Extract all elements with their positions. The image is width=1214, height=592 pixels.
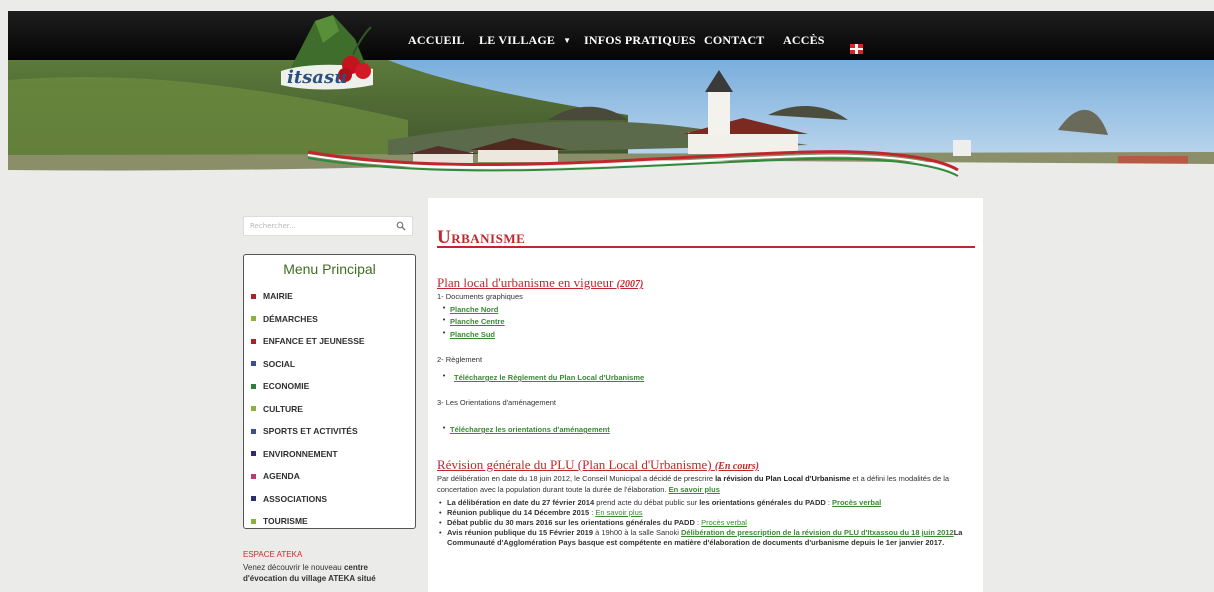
ateka-text-a: Venez découvrir le nouveau <box>243 563 344 572</box>
nav-infos-pratiques[interactable]: INFOS PRATIQUES <box>584 33 696 48</box>
plu-section-title: Plan local d'urbanisme en vigueur (2007) <box>437 275 643 291</box>
menu-item[interactable]: AGENDA <box>251 469 300 483</box>
menu-item-label: SPORTS ET ACTIVITÉS <box>263 426 358 436</box>
square-bullet-icon <box>251 338 256 344</box>
menu-item[interactable]: SPORTS ET ACTIVITÉS <box>251 424 358 438</box>
b3-text: Débat public du 30 mars 2016 sur les ori… <box>447 518 695 527</box>
planche-sud-link[interactable]: Planche Sud <box>450 330 495 339</box>
revision-section-title: Révision générale du PLU (Plan Local d'U… <box>437 457 759 473</box>
nav-le-village-label: LE VILLAGE <box>479 33 556 47</box>
b1-text: prend acte du débat public sur <box>594 498 700 507</box>
menu-item[interactable]: ENVIRONNEMENT <box>251 447 338 461</box>
menu-item[interactable]: ASSOCIATIONS <box>251 492 327 506</box>
b4-deliberation-link[interactable]: Délibération de prescription de la révis… <box>681 528 954 537</box>
b1-padd: les orientations générales du PADD <box>699 498 826 507</box>
b4-text: à 19h00 à la salle Sanoki <box>593 528 681 537</box>
intro-text-b: la révision du Plan Local d'Urbanisme <box>715 474 851 483</box>
square-bullet-icon <box>251 473 256 479</box>
bullet-icon: • <box>442 424 447 432</box>
menu-item-label: MAIRIE <box>263 291 293 301</box>
ateka-text: Venez découvrir le nouveau centre d'évoca… <box>243 562 416 584</box>
b4-date: Avis réunion publique du 15 Février 2019 <box>447 528 594 537</box>
menu-item[interactable]: MAIRIE <box>251 289 293 303</box>
ateka-promo[interactable]: ESPACE ATEKA Venez découvrir le nouveau … <box>243 550 416 584</box>
menu-item[interactable]: DÉMARCHES <box>251 312 318 326</box>
village-landscape-image <box>8 60 1214 177</box>
menu-item[interactable]: ECONOMIE <box>251 379 309 393</box>
planche-nord-link[interactable]: Planche Nord <box>450 305 498 314</box>
search-placeholder: Rechercher... <box>250 222 296 230</box>
b2-en-savoir-plus-link[interactable]: En savoir plus <box>595 508 642 517</box>
square-bullet-icon <box>251 383 256 389</box>
menu-item-label: ECONOMIE <box>263 381 310 391</box>
intro-en-savoir-plus-link[interactable]: En savoir plus <box>669 485 720 494</box>
search-icon[interactable] <box>396 221 406 231</box>
nav-acces[interactable]: ACCÈS <box>783 33 825 48</box>
nav-contact[interactable]: CONTACT <box>704 33 765 48</box>
square-bullet-icon <box>251 361 256 366</box>
menu-item-label: CULTURE <box>263 403 303 414</box>
documents-graphiques-label: 1- Documents graphiques <box>437 292 523 301</box>
revision-events-list: La délibération en date du 27 février 20… <box>437 498 977 548</box>
title-divider <box>437 246 975 248</box>
menu-item[interactable]: CULTURE <box>251 402 303 416</box>
reglement-label: 2- Règlement <box>437 355 483 364</box>
ateka-text-b: centre <box>343 563 368 572</box>
bullet-icon: • <box>442 329 447 337</box>
menu-item[interactable]: SOCIAL <box>251 357 295 371</box>
svg-text:itsasu: itsasu <box>287 67 347 88</box>
plu-section-title-text: Plan local d'urbanisme en vigueur <box>437 275 614 290</box>
intro-text-a: Par délibération en date du 18 juin 2012… <box>437 474 716 483</box>
menu-item-label: AGENDA <box>263 471 300 481</box>
list-item: La délibération en date du 27 février 20… <box>437 498 977 508</box>
list-item: Réunion publique du 14 Décembre 2015 : E… <box>437 508 977 518</box>
menu-item-label: ENVIRONNEMENT <box>263 448 338 459</box>
square-bullet-icon <box>251 406 256 411</box>
chevron-down-icon: ▼ <box>563 36 572 45</box>
plu-year: (2007) <box>616 279 644 290</box>
main-nav: ACCUEIL LE VILLAGE ▼ INFOS PRATIQUES CONT… <box>0 11 1214 60</box>
planche-centre-link[interactable]: Planche Centre <box>450 317 505 326</box>
menu-item-label: DÉMARCHES <box>263 313 318 324</box>
header-banner <box>8 60 1214 177</box>
menu-item[interactable]: ENFANCE ET JEUNESSE <box>251 334 365 348</box>
square-bullet-icon <box>251 428 256 434</box>
nav-accueil[interactable]: ACCUEIL <box>408 33 465 48</box>
square-bullet-icon <box>251 451 256 456</box>
b1-date: La délibération en date du 27 février 20… <box>447 498 595 507</box>
orientations-label: 3- Les Orientations d'aménagement <box>437 398 557 407</box>
b2-text: Réunion publique du 14 Décembre 2015 <box>447 508 590 517</box>
square-bullet-icon <box>251 518 256 524</box>
square-bullet-icon <box>251 496 256 501</box>
square-bullet-icon <box>251 293 256 299</box>
menu-title: Menu Principal <box>283 261 376 277</box>
revision-status: (En cours) <box>714 461 759 472</box>
b1-proces-verbal-link[interactable]: Procès verbal <box>832 498 881 507</box>
menu-item[interactable]: TOURISME <box>251 514 308 528</box>
orientations-download-link[interactable]: Téléchargez les orientations d'aménageme… <box>450 425 610 434</box>
basque-flag-icon[interactable] <box>850 44 863 54</box>
reglement-download-link[interactable]: Téléchargez le Règlement du Plan Local d… <box>454 373 644 382</box>
menu-item-label: ENFANCE ET JEUNESSE <box>263 336 365 346</box>
bullet-icon: • <box>442 304 447 312</box>
menu-item-label: TOURISME <box>263 516 308 526</box>
list-item: Avis réunion publique du 15 Février 2019… <box>437 528 977 548</box>
bullet-icon: • <box>442 316 447 324</box>
nav-le-village[interactable]: LE VILLAGE ▼ <box>479 33 571 48</box>
square-bullet-icon <box>251 316 256 321</box>
menu-item-label: SOCIAL <box>263 358 296 369</box>
bullet-icon: • <box>442 372 447 380</box>
revision-section-title-text: Révision générale du PLU (Plan Local d'U… <box>437 457 712 472</box>
list-item: Débat public du 30 mars 2016 sur les ori… <box>437 518 977 528</box>
ateka-title: ESPACE ATEKA <box>243 550 303 559</box>
search-input[interactable]: Rechercher... <box>243 216 413 236</box>
revision-intro: Par délibération en date du 18 juin 2012… <box>437 474 977 495</box>
b3-proces-verbal-link[interactable]: Procès verbal <box>701 518 747 527</box>
menu-item-label: ASSOCIATIONS <box>263 493 328 504</box>
ateka-text-c: d'évocation du village ATEKA situé <box>243 574 376 583</box>
